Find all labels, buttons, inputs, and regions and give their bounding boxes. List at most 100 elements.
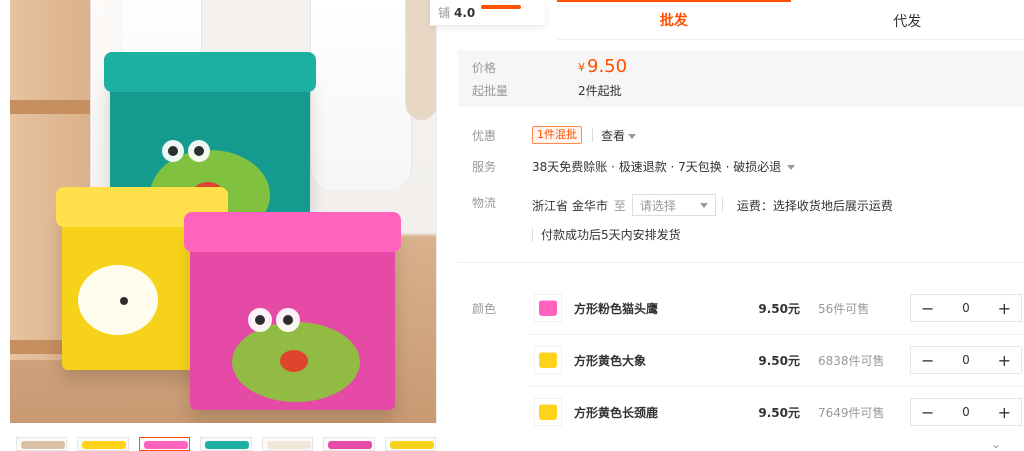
thumbnail-swatch: [389, 441, 434, 449]
tab-wholesale[interactable]: 批发: [557, 0, 791, 39]
variant-name: 方形黄色长颈鹿: [574, 405, 659, 420]
separator: [532, 227, 533, 242]
coupon-row: 优惠 1件混批 查看: [458, 126, 1024, 144]
variant-thumbnail[interactable]: [534, 294, 562, 322]
variant-thumb-swatch: [537, 399, 559, 420]
thumbnail[interactable]: [384, 437, 436, 451]
shipping-fee: 运费：选择收货地后展示运费: [736, 198, 893, 213]
rating-score: 4.0: [454, 5, 476, 20]
box-lid: [184, 212, 401, 252]
logistics-label: 物流: [472, 196, 497, 210]
coupon-label: 优惠: [472, 128, 497, 143]
variant-price: 9.50元: [758, 353, 800, 368]
separator: [721, 198, 723, 212]
service-dropdown[interactable]: 38天免费赊账 · 极速退款 · 7天包换 · 破损必退: [532, 158, 796, 175]
tab-dropship[interactable]: 代发: [790, 0, 1024, 39]
price-row: 价格 ¥ 9.50: [458, 56, 627, 77]
price-value: ¥ 9.50: [578, 56, 627, 77]
separator: [592, 128, 593, 142]
service-label: 服务: [472, 160, 497, 174]
increment-button[interactable]: +: [988, 347, 1021, 373]
variant-thumb-swatch: [537, 347, 559, 368]
thumbnail-swatch: [82, 441, 127, 449]
moq-value: 2件起批: [578, 84, 622, 98]
variant-thumbnail[interactable]: [534, 398, 562, 426]
variant-stock: 56件可售: [818, 301, 870, 316]
purchase-tabs: 批发 代发: [557, 0, 1024, 40]
color-label: 颜色: [472, 302, 497, 316]
thumbnail-swatch: [328, 441, 373, 449]
shop-rating: 铺 4.0: [430, 0, 545, 26]
destination-placeholder: 请选择: [639, 198, 676, 213]
chevron-down-icon: [628, 133, 637, 139]
product-info: 优惠 1件混批 查看 服务 38天免费赊账 · 极速退款 · 7天包换 · 破损…: [458, 120, 1024, 250]
box-art: [283, 315, 293, 325]
variant-thumbnail[interactable]: [534, 346, 562, 374]
rating-prefix: 铺: [438, 6, 451, 20]
variant-stock: 7649件可售: [818, 405, 885, 420]
variant-list: 方形粉色猫头鹰 9.50元 56件可售 − 0 + 方形黄色大象 9.50元 6…: [528, 282, 1024, 451]
increment-button[interactable]: +: [988, 295, 1021, 321]
quantity-value[interactable]: 0: [944, 301, 987, 315]
box-art: [194, 146, 204, 156]
box-art: [78, 265, 158, 335]
thumbnail-swatch: [21, 441, 65, 449]
box-art: [168, 146, 178, 156]
quantity-value[interactable]: 0: [944, 405, 987, 419]
logistics-line-1: 浙江省 金华市 至 请选择 运费：选择收货地后展示运费: [532, 194, 893, 216]
ship-from: 浙江省 金华市: [532, 198, 608, 213]
to-label: 至: [613, 198, 626, 213]
thumbnail[interactable]: [261, 437, 314, 451]
coupon-view-link[interactable]: 查看: [601, 127, 637, 144]
currency-symbol: ¥: [578, 61, 585, 74]
hanging-cloth: [310, 0, 412, 190]
thumbnail-strip: [10, 437, 436, 451]
quantity-value[interactable]: 0: [944, 353, 987, 367]
page: 铺 4.0 批发 代发 价格 ¥ 9.50 起批量 2件起批 优惠 1件混批 查…: [0, 0, 1024, 451]
logistics-row: 物流 浙江省 金华市 至 请选择 运费：选择收货地后展示运费 付款成功后5天内安…: [458, 194, 1024, 243]
coupon-view-text: 查看: [601, 128, 626, 143]
price-number: 9.50: [587, 56, 628, 77]
thumbnail-swatch: [205, 441, 250, 449]
thumbnail-active[interactable]: [138, 437, 191, 451]
divider: [458, 262, 1024, 263]
quantity-stepper: − 0 +: [910, 294, 1022, 322]
thumbnail[interactable]: [77, 437, 129, 451]
thumbnail[interactable]: [200, 437, 252, 451]
rating-bar: [481, 4, 522, 9]
price-label: 价格: [472, 61, 497, 75]
variant-thumb-swatch: [537, 295, 559, 316]
box-art: [120, 297, 128, 305]
box-art: [255, 315, 265, 325]
variant-name: 方形粉色猫头鹰: [574, 301, 659, 316]
coupon-badge[interactable]: 1件混批: [532, 126, 582, 144]
quantity-stepper: − 0 +: [910, 346, 1022, 374]
chevron-down-icon: [787, 165, 796, 170]
decrement-button[interactable]: −: [911, 399, 944, 425]
box-art: [280, 350, 308, 372]
destination-select[interactable]: 请选择: [631, 194, 716, 216]
variant-row: 方形黄色大象 9.50元 6838件可售 − 0 +: [528, 334, 1024, 387]
variant-price: 9.50元: [758, 405, 800, 420]
collapse-toggle[interactable]: ⌄: [988, 437, 1004, 451]
thumbnail[interactable]: [16, 437, 68, 451]
price-box: 价格 ¥ 9.50 起批量 2件起批: [458, 50, 1024, 107]
thumbnail-swatch: [266, 441, 311, 449]
decrement-button[interactable]: −: [911, 295, 944, 321]
dispatch-time: 付款成功后5天内安排发货: [541, 228, 681, 242]
box-lid: [104, 52, 316, 92]
thumbnail[interactable]: [323, 437, 375, 451]
variant-row: 方形粉色猫头鹰 9.50元 56件可售 − 0 +: [528, 282, 1024, 335]
logistics-details: 浙江省 金华市 至 请选择 运费：选择收货地后展示运费 付款成功后5天内安排发货: [532, 194, 893, 243]
service-row: 服务 38天免费赊账 · 极速退款 · 7天包换 · 破损必退: [458, 158, 1024, 175]
decrement-button[interactable]: −: [911, 347, 944, 373]
service-text: 38天免费赊账 · 极速退款 · 7天包换 · 破损必退: [532, 160, 782, 174]
thumbnail-swatch: [143, 441, 188, 449]
increment-button[interactable]: +: [988, 399, 1021, 425]
variant-row: 方形黄色长颈鹿 9.50元 7649件可售 − 0 +: [528, 386, 1024, 438]
variant-name: 方形黄色大象: [574, 353, 647, 368]
product-image[interactable]: [10, 0, 437, 423]
quantity-stepper: − 0 +: [910, 398, 1022, 426]
variant-price: 9.50元: [758, 301, 800, 316]
logistics-line-2: 付款成功后5天内安排发货: [532, 226, 893, 243]
